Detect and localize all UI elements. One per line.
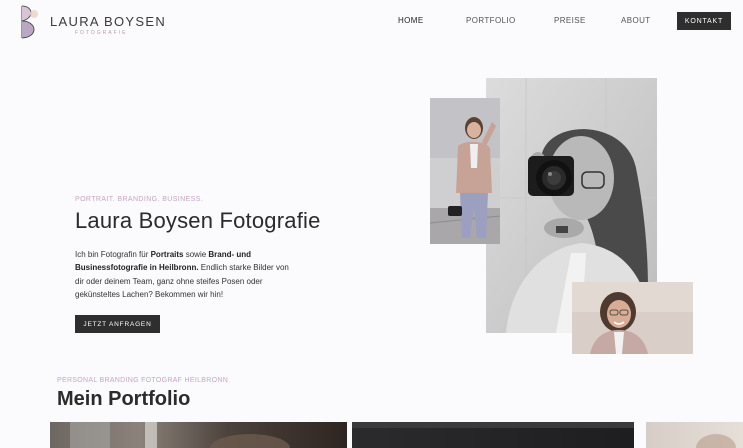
- nav-item-portfolio[interactable]: PORTFOLIO: [466, 16, 516, 25]
- hero-text-bold: Portraits: [150, 250, 184, 259]
- jetzt-anfragen-button[interactable]: JETZT ANFRAGEN: [75, 315, 160, 333]
- brand-logo[interactable]: LAURA BOYSEN FOTOGRAFIE: [19, 3, 165, 41]
- portfolio-title: Mein Portfolio: [57, 388, 191, 410]
- portfolio-image[interactable]: [646, 422, 743, 448]
- portfolio-eyebrow: PERSONAL BRANDING FOTOGRAF HEILBRONN: [57, 377, 229, 384]
- portfolio-image[interactable]: [50, 422, 347, 448]
- hero-eyebrow: PORTRAIT. BRANDING. BUSINESS.: [75, 196, 204, 203]
- hero-photo-standing: [430, 98, 500, 244]
- standing-portrait-image: [430, 98, 500, 244]
- portfolio-thumb-image: [70, 422, 290, 448]
- site-header: LAURA BOYSEN FOTOGRAFIE HOME PORTFOLIO P…: [0, 0, 743, 42]
- portfolio-image[interactable]: [352, 422, 634, 448]
- hero-description: Ich bin Fotografin für Portraits sowie B…: [75, 248, 290, 302]
- logo-mark-icon: [21, 5, 38, 39]
- nav-item-home[interactable]: HOME: [398, 16, 424, 25]
- kontakt-button[interactable]: KONTAKT: [677, 12, 731, 30]
- portfolio-thumb-image: [352, 422, 634, 428]
- hero-text-part: Ich bin Fotografin für: [75, 250, 151, 259]
- brand-subtitle: FOTOGRAFIE: [75, 30, 128, 36]
- hero-photo-portrait: [572, 282, 693, 354]
- hero-title: Laura Boysen Fotografie: [75, 208, 321, 233]
- hero-text-part: sowie: [183, 250, 209, 259]
- nav-item-about[interactable]: ABOUT: [621, 16, 651, 25]
- portfolio-thumb-image: [696, 434, 736, 448]
- brand-name: LAURA BOYSEN: [50, 14, 167, 29]
- nav-item-preise[interactable]: PREISE: [554, 16, 586, 25]
- smiling-portrait-image: [572, 282, 693, 354]
